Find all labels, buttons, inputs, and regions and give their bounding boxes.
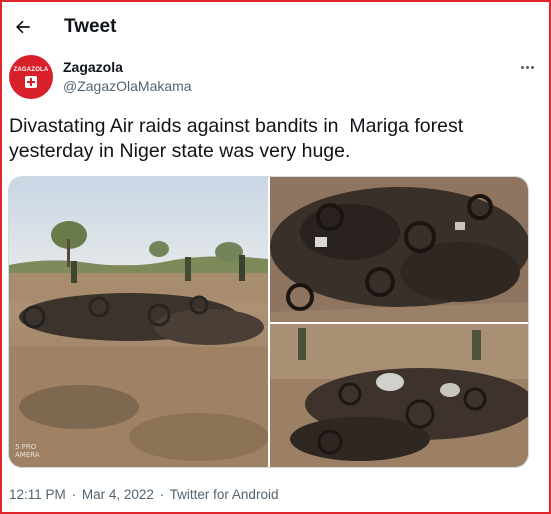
meta-separator: ·	[71, 487, 77, 502]
tweet-metadata: 12:11 PM · Mar 4, 2022 · Twitter for And…	[9, 487, 280, 502]
more-dot	[525, 65, 529, 69]
photo-field-wreckage[interactable]: 5 PRO AMERA	[9, 177, 268, 467]
tweet-source[interactable]: Twitter for Android	[170, 487, 279, 502]
author-handle[interactable]: @ZagazOlaMakama	[63, 77, 192, 95]
page-title: Tweet	[64, 16, 117, 37]
more-options-button[interactable]	[515, 57, 539, 77]
tweet-text: Divastating Air raids against bandits in…	[9, 115, 469, 162]
back-button[interactable]	[6, 10, 40, 44]
camera-watermark: 5 PRO AMERA	[15, 443, 40, 459]
more-dot	[530, 65, 534, 69]
photo-burnt-bikes-soldiers[interactable]	[270, 324, 528, 467]
photo-3-image	[270, 324, 528, 467]
photo-charred-motorcycles[interactable]	[270, 177, 528, 322]
tweet-date[interactable]: Mar 4, 2022	[82, 487, 154, 502]
top-bar: Tweet	[2, 2, 549, 52]
avatar[interactable]: ZAGAZOLA	[9, 55, 53, 99]
avatar-label: ZAGAZOLA	[13, 66, 49, 73]
photo-1-image	[9, 177, 268, 467]
tweet-author: ZAGAZOLA Zagazola @ZagazOlaMakama	[9, 55, 541, 99]
author-names: Zagazola @ZagazOlaMakama	[63, 55, 192, 95]
photo-2-image	[270, 177, 528, 322]
author-display-name[interactable]: Zagazola	[63, 58, 192, 76]
tweet-time[interactable]: 12:11 PM	[9, 487, 66, 502]
arrow-left-icon	[16, 20, 30, 34]
meta-separator: ·	[159, 487, 165, 502]
more-dots-icon	[520, 65, 524, 69]
media-grid: 5 PRO AMERA	[8, 176, 529, 468]
medical-cross-icon	[25, 75, 37, 88]
